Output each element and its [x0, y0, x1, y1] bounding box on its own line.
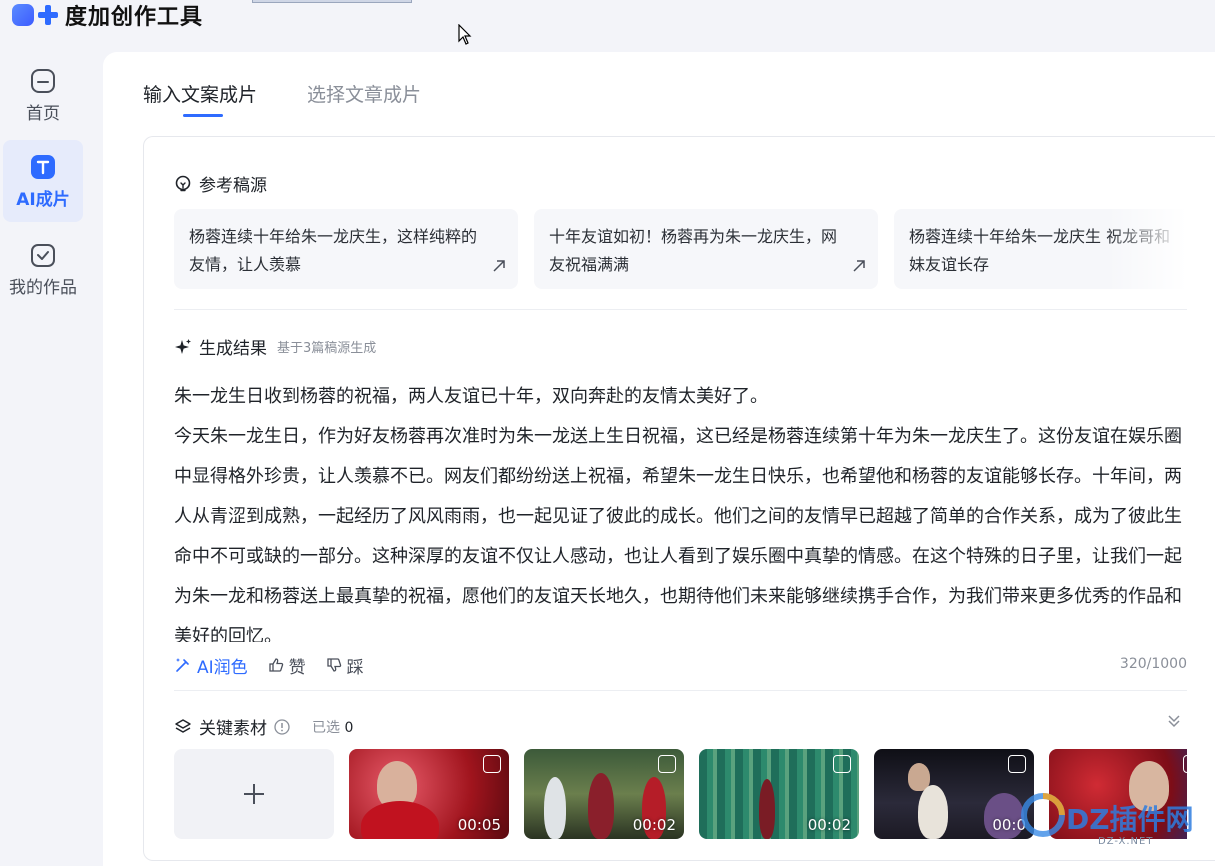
info-icon[interactable] [274, 718, 290, 735]
thumbnail-checkbox[interactable] [833, 755, 851, 773]
materials-title: 关键素材 [199, 719, 267, 739]
sidebar-item-my-works[interactable]: 我的作品 [3, 228, 83, 310]
thumbnail-checkbox[interactable] [658, 755, 676, 773]
thumbnail-checkbox[interactable] [1183, 755, 1187, 773]
media-thumbnail[interactable]: 00:02 [524, 749, 684, 839]
sources-title: 参考稿源 [199, 176, 267, 196]
sparkle-icon [175, 338, 191, 354]
watermark: DZ插件网 DZ-X.NET [1018, 780, 1215, 866]
video-duration: 00:02 [807, 816, 851, 834]
watermark-logo-icon [1021, 793, 1065, 837]
like-button[interactable]: 赞 [268, 653, 306, 678]
scroll-fade [1107, 209, 1187, 291]
sources-header: 参考稿源 [174, 171, 267, 196]
result-paragraph: 朱一龙生日收到杨蓉的祝福，两人友谊已十年，双向奔赴的友情太美好了。 [174, 386, 768, 407]
tab-input-copy[interactable]: 输入文案成片 [143, 80, 257, 118]
sidebar-item-label: AI成片 [16, 190, 70, 210]
ai-video-icon [31, 155, 55, 179]
top-bar: 度加创作工具 [0, 0, 1215, 50]
bulb-icon [175, 175, 191, 191]
sidebar-item-label: 我的作品 [9, 278, 77, 298]
result-paragraph: 今天朱一龙生日，作为好友杨蓉再次准时为朱一龙送上生日祝福，这已经是杨蓉连续第十年… [174, 426, 1182, 642]
ai-polish-label: AI润色 [197, 657, 248, 678]
top-scroll-indicator [252, 0, 412, 3]
content-card: 参考稿源 杨蓉连续十年给朱一龙庆生，这样纯粹的友情，让人羡慕 十年友谊如初！杨蓉… [143, 136, 1215, 861]
selected-label: 已选 [312, 719, 340, 736]
ai-polish-button[interactable]: AI润色 [174, 653, 248, 678]
result-title: 生成结果 [199, 339, 267, 359]
magic-wand-icon [176, 658, 189, 672]
source-title: 十年友谊如初！杨蓉再为朱一龙庆生，网友祝福满满 [549, 227, 838, 274]
tab-bar: 输入文案成片 选择文章成片 [143, 80, 471, 118]
external-link-icon[interactable] [492, 259, 506, 273]
media-thumbnail[interactable]: 00:02 [699, 749, 859, 839]
dislike-button[interactable]: 踩 [326, 653, 364, 678]
source-list: 杨蓉连续十年给朱一龙庆生，这样纯粹的友情，让人羡慕 十年友谊如初！杨蓉再为朱一龙… [174, 209, 1187, 291]
like-label: 赞 [288, 657, 306, 678]
sidebar-item-home[interactable]: 首页 [3, 54, 83, 136]
thumbs-up-icon [269, 658, 283, 672]
materials-header: 关键素材 已选 0 [174, 714, 353, 739]
logo-mark-icon [12, 4, 59, 26]
selected-number: 0 [344, 719, 354, 736]
layers-icon [175, 718, 191, 733]
divider [174, 309, 1187, 310]
result-subtitle: 基于3篇稿源生成 [277, 341, 377, 356]
sidebar-item-label: 首页 [26, 104, 60, 124]
main-panel: 输入文案成片 选择文章成片 参考稿源 杨蓉连续十年给朱一龙庆生，这样纯粹的友情，… [103, 52, 1215, 866]
dislike-label: 踩 [346, 657, 364, 678]
mouse-cursor-icon [458, 24, 472, 45]
divider [174, 690, 1187, 691]
video-duration: 00:02 [632, 816, 676, 834]
result-header: 生成结果 基于3篇稿源生成 [174, 334, 376, 359]
result-textarea[interactable]: 朱一龙生日收到杨蓉的祝福，两人友谊已十年，双向奔赴的友情太美好了。 今天朱一龙生… [174, 377, 1184, 642]
source-card[interactable]: 杨蓉连续十年给朱一龙庆生，这样纯粹的友情，让人羡慕 [174, 209, 518, 289]
add-material-button[interactable] [174, 749, 334, 839]
char-count: 320/1000 [1119, 656, 1187, 672]
tab-select-article[interactable]: 选择文章成片 [307, 80, 421, 118]
source-title: 杨蓉连续十年给朱一龙庆生，这样纯粹的友情，让人羡慕 [189, 227, 478, 274]
app-logo[interactable]: 度加创作工具 [12, 2, 204, 30]
source-card[interactable]: 十年友谊如初！杨蓉再为朱一龙庆生，网友祝福满满 [534, 209, 878, 289]
result-actions: AI润色 赞 踩 320/1000 [174, 653, 1187, 678]
watermark-text: DZ插件网 [1066, 803, 1194, 836]
media-thumbnail[interactable]: 00:05 [349, 749, 509, 839]
plus-icon [244, 784, 264, 804]
thumbs-down-icon [327, 658, 341, 672]
collapse-chevron-icon[interactable] [1166, 713, 1182, 729]
app-title: 度加创作工具 [65, 5, 204, 30]
thumbnail-checkbox[interactable] [483, 755, 501, 773]
media-thumbnail[interactable]: 00:0 [874, 749, 1034, 839]
external-link-icon[interactable] [852, 259, 866, 273]
home-icon [31, 69, 55, 93]
selected-count: 已选 0 [312, 717, 353, 737]
thumbnail-checkbox[interactable] [1008, 755, 1026, 773]
watermark-subtext: DZ-X.NET [1098, 836, 1154, 847]
my-works-icon [31, 244, 55, 267]
video-duration: 00:05 [457, 816, 501, 834]
sidebar-item-ai-video[interactable]: AI成片 [3, 140, 83, 222]
